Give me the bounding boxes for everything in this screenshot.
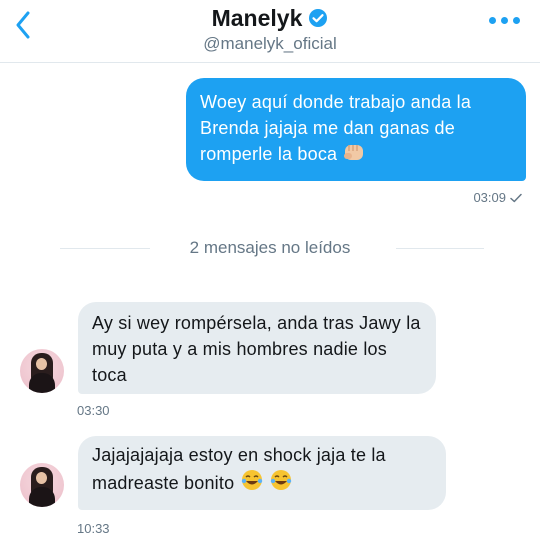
more-options-button[interactable] <box>489 17 520 24</box>
laughing-tears-emoji <box>270 470 291 490</box>
message-timestamp: 10:33 <box>77 521 110 536</box>
incoming-message-bubble[interactable]: Ay si wey rompérsela, anda tras Jawy la … <box>78 302 436 394</box>
avatar[interactable] <box>20 349 64 393</box>
contact-handle: @manelyk_oficial <box>203 34 337 53</box>
avatar[interactable] <box>20 463 64 507</box>
message-timestamp: 03:09 <box>473 190 522 205</box>
message-text: Ay si wey rompérsela, anda tras Jawy la … <box>92 313 421 385</box>
message-timestamp: 03:30 <box>77 403 110 418</box>
message-text: Woey aquí donde trabajo anda la Brenda j… <box>200 92 472 164</box>
fist-emoji <box>344 145 364 160</box>
laughing-tears-emoji <box>241 470 262 490</box>
verified-badge-icon <box>309 9 328 27</box>
outgoing-message-bubble[interactable]: Woey aquí donde trabajo anda la Brenda j… <box>186 78 526 181</box>
conversation-title[interactable]: Manelyk @manelyk_oficial <box>0 4 540 54</box>
conversation-header: Manelyk @manelyk_oficial <box>0 0 540 63</box>
more-horizontal-icon <box>489 17 496 24</box>
incoming-message-bubble[interactable]: Jajajajajaja estoy en shock jaja te la m… <box>78 436 446 510</box>
contact-name: Manelyk <box>211 5 303 31</box>
unread-divider: 2 mensajes no leídos <box>0 237 540 259</box>
check-icon <box>510 193 522 202</box>
